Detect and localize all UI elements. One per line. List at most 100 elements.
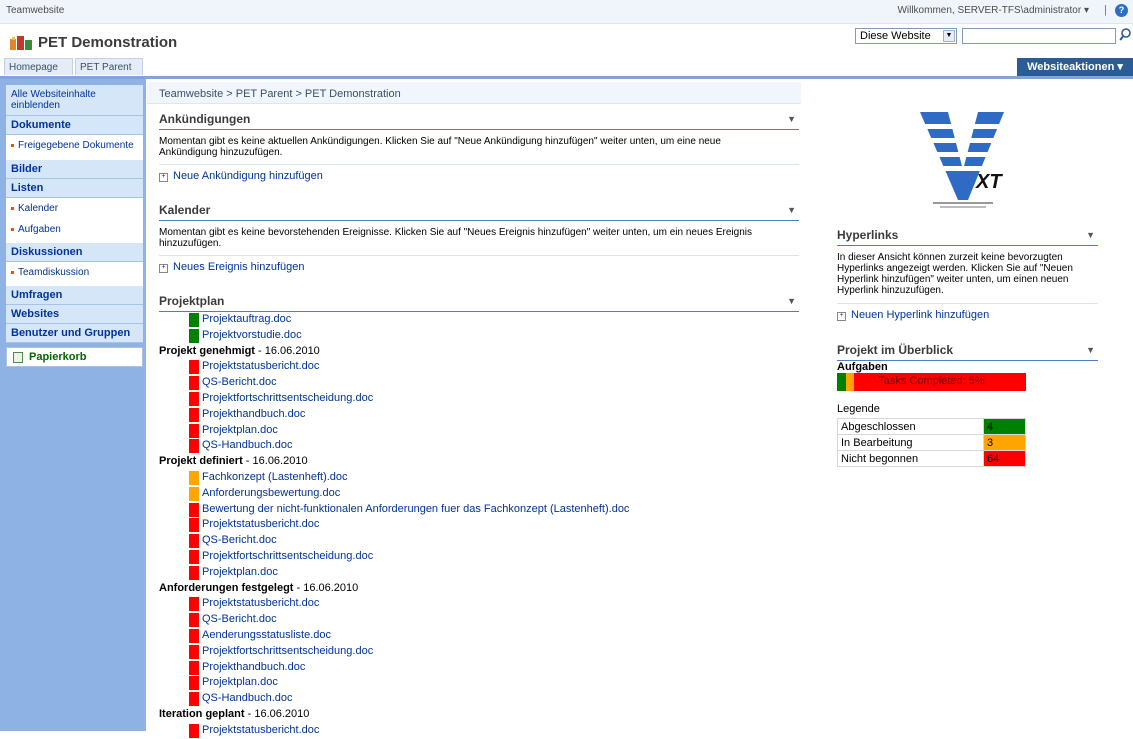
document-link[interactable]: QS-Handbuch.doc	[202, 439, 293, 451]
status-indicator-green	[189, 329, 199, 343]
tab-pet-parent[interactable]: PET Parent	[75, 58, 143, 75]
quicklaunch-documents[interactable]: Dokumente	[6, 116, 143, 135]
document-link[interactable]: QS-Bericht.doc	[202, 613, 277, 625]
document-link[interactable]: Projektplan.doc	[202, 676, 278, 688]
milestone-date: - 16.06.2010	[293, 582, 359, 594]
add-event-link[interactable]: + Neues Ereignis hinzufügen	[159, 261, 304, 273]
tab-homepage[interactable]: Homepage	[4, 58, 73, 75]
quicklaunch-item-shared-documents[interactable]: Freigegebene Dokumente	[6, 138, 143, 155]
document-link[interactable]: Projektfortschrittsentscheidung.doc	[202, 645, 373, 657]
webpart-menu-chevron-icon[interactable]: ▼	[1086, 345, 1095, 355]
milestone-name: Projekt definiert	[159, 455, 243, 467]
legend-value: 4	[983, 418, 1026, 435]
top-navigation: Homepage PET Parent Websiteaktionen ▾	[0, 58, 1133, 79]
document-link[interactable]: QS-Bericht.doc	[202, 376, 277, 388]
document-link[interactable]: Projektstatusbericht.doc	[202, 597, 319, 609]
calendar-empty-text: Momentan gibt es keine bevorstehenden Er…	[159, 227, 753, 249]
document-link[interactable]: QS-Bericht.doc	[202, 534, 277, 546]
milestone-name: Iteration geplant	[159, 708, 245, 720]
webpart-menu-chevron-icon[interactable]: ▼	[787, 205, 796, 215]
milestone-date: - 16.06.2010	[244, 708, 310, 720]
document-link[interactable]: Fachkonzept (Lastenheft).doc	[202, 471, 348, 483]
projectplan-milestone-row: Projekt definiert - 16.06.2010	[159, 455, 308, 471]
status-indicator-red	[189, 376, 199, 390]
add-icon: +	[159, 173, 168, 182]
search-scope-value: Diese Website	[860, 30, 931, 42]
document-link[interactable]: Anforderungsbewertung.doc	[202, 487, 340, 499]
document-link[interactable]: Projekthandbuch.doc	[202, 661, 305, 673]
document-link[interactable]: Projektstatusbericht.doc	[202, 724, 319, 736]
legend-value: 64	[983, 450, 1026, 467]
status-indicator-red	[189, 692, 199, 706]
status-indicator-red	[189, 613, 199, 627]
quicklaunch-item-calendar[interactable]: Kalender	[6, 201, 143, 222]
recycle-bin-icon	[13, 352, 23, 363]
legend-row: Nicht begonnen 64	[837, 450, 1026, 467]
help-icon[interactable]: ?	[1115, 4, 1128, 17]
divider	[159, 164, 799, 165]
webpart-menu-chevron-icon[interactable]: ▼	[787, 114, 796, 124]
quicklaunch-people-groups[interactable]: Benutzer und Gruppen	[6, 324, 143, 343]
site-actions-menu[interactable]: Websiteaktionen ▾	[1017, 58, 1133, 76]
legend-row: Abgeschlossen 4	[837, 418, 1026, 435]
overview-title: Projekt im Überblick	[837, 343, 954, 357]
global-top-bar: Teamwebsite Willkommen, SERVER-TFS\admin…	[0, 0, 1133, 24]
document-link[interactable]: Projektplan.doc	[202, 566, 278, 578]
tasks-progress-bar: Tasks Completed: 5%	[837, 373, 1026, 391]
add-event-label: Neues Ereignis hinzufügen	[173, 261, 305, 273]
view-all-content-link[interactable]: Alle Websiteinhalte einblenden	[6, 85, 143, 116]
milestone-date: - 16.06.2010	[254, 345, 320, 357]
document-link[interactable]: Projekthandbuch.doc	[202, 408, 305, 420]
webpart-menu-chevron-icon[interactable]: ▼	[787, 296, 796, 306]
document-link[interactable]: Projektvorstudie.doc	[202, 329, 302, 341]
status-indicator-red	[189, 550, 199, 564]
document-link[interactable]: Projektfortschrittsentscheidung.doc	[202, 550, 373, 562]
status-indicator-red	[189, 424, 199, 438]
legend-label: Abgeschlossen	[837, 418, 984, 435]
search-input[interactable]	[962, 28, 1116, 44]
projectplan-title: Projektplan	[159, 294, 225, 308]
chevron-down-icon[interactable]: ▼	[943, 30, 955, 42]
webpart-menu-chevron-icon[interactable]: ▼	[1086, 230, 1095, 240]
quicklaunch-item-team-discussion[interactable]: Teamdiskussion	[6, 265, 143, 286]
legend-label: Nicht begonnen	[837, 450, 984, 467]
hyperlinks-empty-text: In dieser Ansicht können zurzeit keine b…	[837, 252, 1073, 296]
document-link[interactable]: Projektauftrag.doc	[202, 313, 291, 325]
projectplan-milestone-row: Iteration geplant - 16.06.2010	[159, 708, 309, 724]
quicklaunch-discussions[interactable]: Diskussionen	[6, 243, 143, 262]
document-link[interactable]: QS-Handbuch.doc	[202, 692, 293, 704]
quicklaunch-item-tasks[interactable]: Aufgaben	[6, 222, 143, 243]
search-scope-select[interactable]: Diese Website ▼	[855, 28, 957, 44]
status-indicator-red	[189, 392, 199, 406]
document-link[interactable]: Projektstatusbericht.doc	[202, 518, 319, 530]
status-indicator-red	[189, 360, 199, 374]
search-icon[interactable]	[1119, 27, 1132, 43]
status-indicator-red	[189, 645, 199, 659]
welcome-menu[interactable]: Willkommen, SERVER-TFS\administrator ▾	[897, 5, 1089, 16]
top-site-link[interactable]: Teamwebsite	[6, 5, 64, 16]
milestone-name: Projekt genehmigt	[159, 345, 255, 357]
document-link[interactable]: Projektfortschrittsentscheidung.doc	[202, 392, 373, 404]
quicklaunch-lists[interactable]: Listen	[6, 179, 143, 198]
add-announcement-label: Neue Ankündigung hinzufügen	[173, 170, 323, 182]
quicklaunch-sites[interactable]: Websites	[6, 305, 143, 324]
recycle-bin-label: Papierkorb	[29, 351, 87, 363]
quicklaunch-pictures[interactable]: Bilder	[6, 160, 143, 179]
status-indicator-red	[189, 439, 199, 453]
recycle-bin-link[interactable]: Papierkorb	[6, 347, 143, 367]
status-indicator-orange	[189, 471, 199, 485]
document-link[interactable]: Bewertung der nicht-funktionalen Anforde…	[202, 503, 629, 515]
status-indicator-red	[189, 408, 199, 422]
add-icon: +	[159, 264, 168, 273]
divider	[159, 255, 799, 256]
document-link[interactable]: Projektstatusbericht.doc	[202, 360, 319, 372]
quick-launch: Alle Websiteinhalte einblenden Dokumente…	[0, 79, 146, 731]
status-indicator-red	[189, 661, 199, 675]
add-announcement-link[interactable]: + Neue Ankündigung hinzufügen	[159, 170, 323, 182]
document-link[interactable]: Aenderungsstatusliste.doc	[202, 629, 331, 641]
add-hyperlink-link[interactable]: + Neuen Hyperlink hinzufügen	[837, 309, 989, 321]
breadcrumb[interactable]: Teamwebsite > PET Parent > PET Demonstra…	[147, 82, 801, 104]
document-link[interactable]: Projektplan.doc	[202, 424, 278, 436]
quicklaunch-surveys[interactable]: Umfragen	[6, 286, 143, 305]
milestone-name: Anforderungen festgelegt	[159, 582, 294, 594]
